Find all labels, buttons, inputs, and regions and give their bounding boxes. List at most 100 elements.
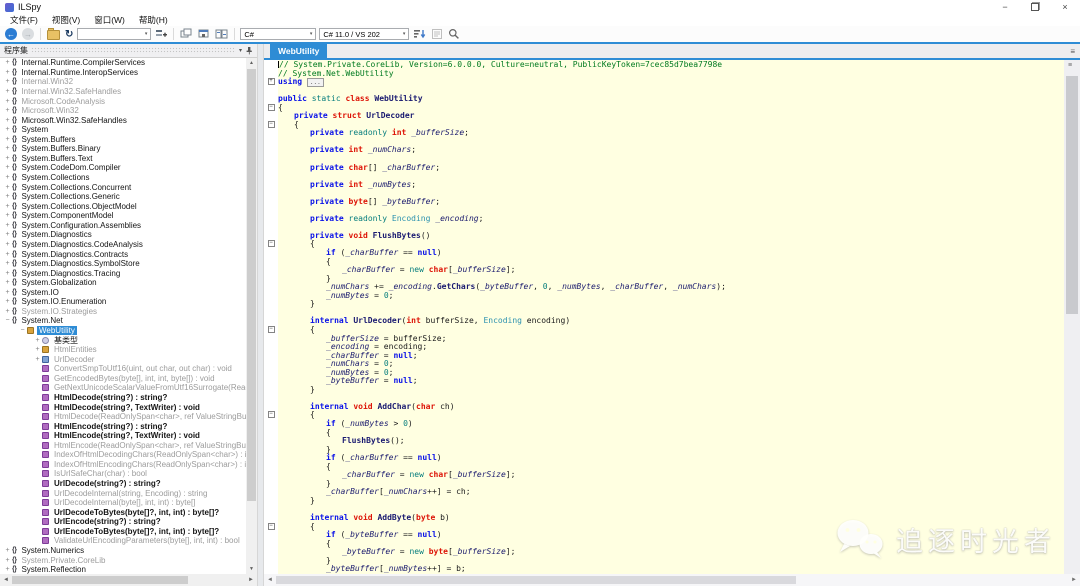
tree-item[interactable]: UrlEncodeToBytes(byte[]?, int, int) : by…	[0, 527, 246, 537]
back-button[interactable]: ←	[4, 27, 18, 41]
tree-item[interactable]: +UrlDecoder	[0, 354, 246, 364]
fold-collapse-icon[interactable]: −	[268, 326, 275, 333]
tree-item[interactable]: +{}Internal.Win32.SafeHandles	[0, 87, 246, 97]
tree-expander-icon[interactable]: +	[3, 308, 12, 315]
tree-item[interactable]: +{}Microsoft.Win32	[0, 106, 246, 116]
fold-collapse-icon[interactable]: −	[268, 523, 275, 530]
tree-item[interactable]: +{}System.Buffers.Text	[0, 154, 246, 164]
tree-item[interactable]: GetNextUnicodeScalarValueFromUtf16Surrog…	[0, 383, 246, 393]
dock-panel-button[interactable]	[196, 27, 211, 41]
tree-vscroll-thumb[interactable]	[247, 69, 256, 501]
panel-splitter[interactable]	[257, 44, 264, 586]
tree-item[interactable]: IndexOfHtmlEncodingChars(ReadOnlySpan<ch…	[0, 460, 246, 470]
tree-item[interactable]: +{}System.Configuration.Assemblies	[0, 221, 246, 231]
tree-item[interactable]: +{}System.Globalization	[0, 278, 246, 288]
tree-expander-icon[interactable]: +	[3, 184, 12, 191]
tree-expander-icon[interactable]: +	[3, 78, 12, 85]
tree-item[interactable]: ValidateUrlEncodingParameters(byte[], in…	[0, 536, 246, 546]
tree-vertical-scrollbar[interactable]: ▲ ▼	[246, 58, 257, 574]
tree-expander-icon[interactable]: +	[3, 155, 12, 162]
tree-expander-icon[interactable]: +	[3, 126, 12, 133]
code-hscroll-thumb[interactable]	[276, 576, 796, 584]
scroll-right-icon[interactable]: ►	[1071, 577, 1077, 583]
scroll-up-icon[interactable]: ▲	[249, 58, 254, 68]
tree-expander-icon[interactable]: +	[3, 557, 12, 564]
tree-expander-icon[interactable]: +	[3, 251, 12, 258]
tree-item[interactable]: +{}System.Numerics	[0, 546, 246, 556]
tree-item[interactable]: +{}System.CodeDom.Compiler	[0, 163, 246, 173]
tree-expander-icon[interactable]: +	[3, 241, 12, 248]
panel-drag-texture[interactable]	[31, 47, 236, 54]
tree-expander-icon[interactable]: +	[33, 356, 42, 363]
menu-window[interactable]: 窗口(W)	[87, 14, 132, 26]
tree-item[interactable]: −{}System.Net	[0, 316, 246, 326]
tree-expander-icon[interactable]: +	[3, 298, 12, 305]
tree-expander-icon[interactable]: +	[3, 547, 12, 554]
tree-expander-icon[interactable]: +	[3, 59, 12, 66]
tree-expander-icon[interactable]: −	[18, 327, 27, 334]
tree-expander-icon[interactable]: +	[33, 337, 42, 344]
reload-button[interactable]: ↻	[64, 27, 74, 41]
fold-collapse-icon[interactable]: −	[268, 104, 275, 111]
tree-item[interactable]: +{}System.ComponentModel	[0, 211, 246, 221]
menu-file[interactable]: 文件(F)	[3, 14, 45, 26]
tree-item[interactable]: +{}Microsoft.Win32.SafeHandles	[0, 115, 246, 125]
tree-expander-icon[interactable]: +	[3, 98, 12, 105]
scroll-left-icon[interactable]: ◄	[3, 577, 9, 583]
close-button[interactable]: ×	[1050, 0, 1080, 14]
tree-item[interactable]: +{}Internal.Win32	[0, 77, 246, 87]
tree-expander-icon[interactable]: +	[3, 279, 12, 286]
tree-item[interactable]: +{}System.Diagnostics.Tracing	[0, 268, 246, 278]
tree-item[interactable]: +{}System.IO	[0, 288, 246, 298]
tree-item[interactable]: +{}System.Collections	[0, 173, 246, 183]
assembly-list-dropdown[interactable]: ▾	[77, 28, 151, 40]
fold-collapse-icon[interactable]: −	[268, 121, 275, 128]
tree-item[interactable]: +基类型	[0, 335, 246, 345]
tree-item[interactable]: +{}System.Diagnostics.SymbolStore	[0, 259, 246, 269]
tree-item[interactable]: UrlDecodeToBytes(byte[]?, int, int) : by…	[0, 507, 246, 517]
float-window-button[interactable]	[179, 27, 193, 41]
tree-item[interactable]: HtmlEncode(string?, TextWriter) : void	[0, 431, 246, 441]
tree-horizontal-scrollbar[interactable]: ◄ ►	[0, 574, 257, 586]
forward-button[interactable]: →	[21, 27, 35, 41]
tree-item[interactable]: +{}System.Diagnostics.Contracts	[0, 249, 246, 259]
tree-item[interactable]: HtmlDecode(ReadOnlySpan<char>, ref Value…	[0, 412, 246, 422]
tree-expander-icon[interactable]: +	[3, 231, 12, 238]
tree-item[interactable]: +{}System.Collections.Generic	[0, 192, 246, 202]
tree-expander-icon[interactable]: +	[33, 346, 42, 353]
properties-button[interactable]	[430, 27, 444, 41]
tree-item[interactable]: HtmlEncode(ReadOnlySpan<char>, ref Value…	[0, 441, 246, 451]
fold-collapse-icon[interactable]: −	[268, 411, 275, 418]
tree-item[interactable]: IsUrlSafeChar(char) : bool	[0, 469, 246, 479]
tree-item[interactable]: +{}System.Buffers.Binary	[0, 144, 246, 154]
tree-item[interactable]: UrlDecode(string?) : string?	[0, 479, 246, 489]
pin-icon[interactable]	[245, 46, 253, 55]
tree-item[interactable]: HtmlDecode(string?) : string?	[0, 393, 246, 403]
search-button[interactable]	[447, 27, 461, 41]
sort-assemblies-button[interactable]	[412, 27, 427, 41]
tree-expander-icon[interactable]: +	[3, 212, 12, 219]
tree-item[interactable]: UrlEncode(string?) : string?	[0, 517, 246, 527]
code-horizontal-scrollbar[interactable]: ◄ ►	[264, 574, 1080, 586]
tree-expander-icon[interactable]: +	[3, 193, 12, 200]
scroll-right-icon[interactable]: ►	[248, 577, 254, 583]
tree-expander-icon[interactable]: +	[3, 88, 12, 95]
scroll-left-icon[interactable]: ◄	[267, 577, 273, 583]
tree-hscroll-thumb[interactable]	[12, 576, 188, 584]
tree-item[interactable]: +{}System.Reflection	[0, 565, 246, 574]
tree-item[interactable]: HtmlDecode(string?, TextWriter) : void	[0, 402, 246, 412]
tree-item[interactable]: +{}Internal.Runtime.InteropServices	[0, 68, 246, 78]
panel-menu-chevron-icon[interactable]: ▾	[239, 47, 242, 54]
code-editor[interactable]: +−−−−−− // System.Private.CoreLib, Versi…	[264, 60, 1080, 574]
fold-expand-icon[interactable]: +	[268, 78, 275, 85]
tree-expander-icon[interactable]: +	[3, 145, 12, 152]
tab-webutility[interactable]: WebUtility	[270, 44, 327, 58]
open-file-button[interactable]	[46, 27, 61, 41]
tree-expander-icon[interactable]: +	[3, 270, 12, 277]
tree-expander-icon[interactable]: +	[3, 164, 12, 171]
tree-item[interactable]: +{}System	[0, 125, 246, 135]
tree-item[interactable]: +{}System.IO.Strategies	[0, 307, 246, 317]
tree-item[interactable]: IndexOfHtmlDecodingChars(ReadOnlySpan<ch…	[0, 450, 246, 460]
minimize-button[interactable]: −	[990, 0, 1020, 14]
tree-item[interactable]: +HtmlEntities	[0, 345, 246, 355]
